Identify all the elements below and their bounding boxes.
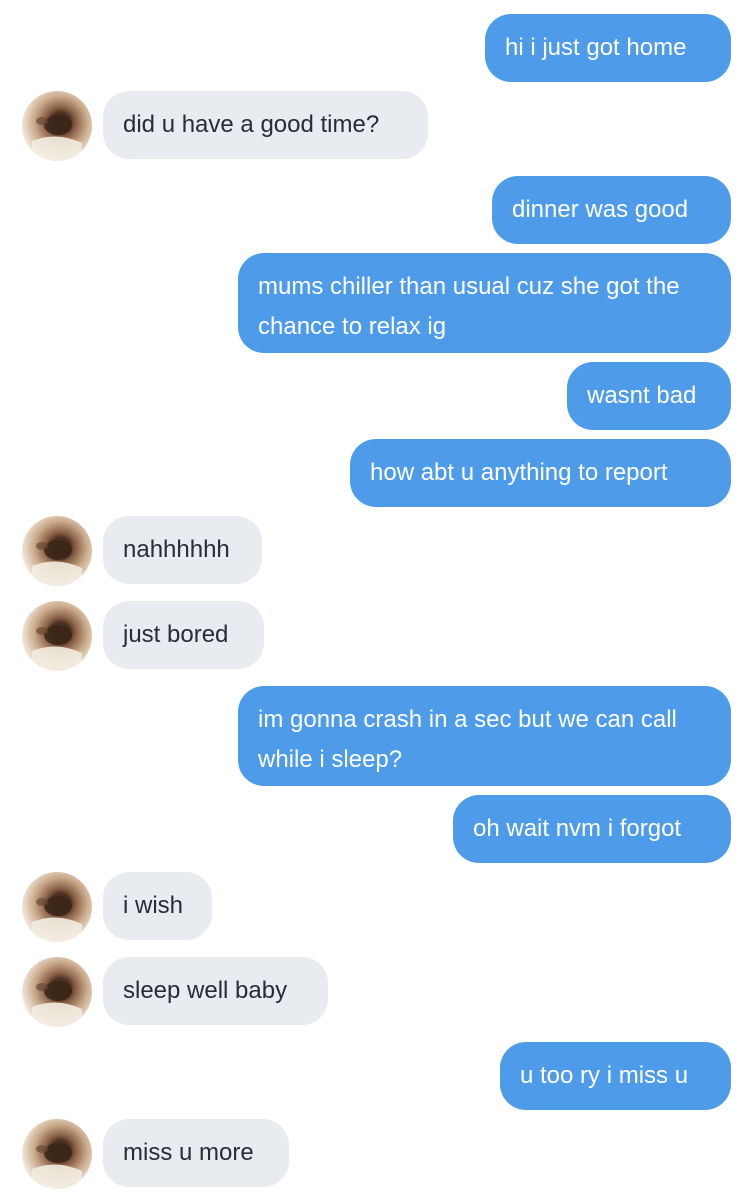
contact-avatar[interactable] <box>22 1119 92 1189</box>
outgoing-message[interactable]: u too ry i miss u <box>500 1042 731 1110</box>
contact-avatar[interactable] <box>22 91 92 161</box>
avatar-photo-icon <box>32 625 82 671</box>
outgoing-message[interactable]: how abt u anything to report <box>350 439 731 507</box>
avatar-photo-icon <box>32 981 82 1027</box>
avatar-photo-icon <box>32 896 82 942</box>
chat-screen: { "conversation": { "messages": [ {"send… <box>0 0 754 1200</box>
avatar-photo-icon <box>32 1143 82 1189</box>
outgoing-message[interactable]: hi i just got home <box>485 14 731 82</box>
contact-avatar[interactable] <box>22 957 92 1027</box>
outgoing-message[interactable]: wasnt bad <box>567 362 731 430</box>
outgoing-message[interactable]: im gonna crash in a sec but we can call … <box>238 686 731 786</box>
incoming-message[interactable]: miss u more <box>103 1119 289 1187</box>
incoming-message[interactable]: i wish <box>103 872 212 940</box>
outgoing-message[interactable]: oh wait nvm i forgot <box>453 795 731 863</box>
incoming-message[interactable]: just bored <box>103 601 264 669</box>
contact-avatar[interactable] <box>22 516 92 586</box>
incoming-message[interactable]: did u have a good time? <box>103 91 428 159</box>
incoming-message[interactable]: nahhhhhh <box>103 516 262 584</box>
avatar-photo-icon <box>32 540 82 586</box>
contact-avatar[interactable] <box>22 601 92 671</box>
avatar-photo-icon <box>32 115 82 161</box>
outgoing-message[interactable]: dinner was good <box>492 176 731 244</box>
incoming-message[interactable]: sleep well baby <box>103 957 328 1025</box>
contact-avatar[interactable] <box>22 872 92 942</box>
outgoing-message[interactable]: mums chiller than usual cuz she got the … <box>238 253 731 353</box>
